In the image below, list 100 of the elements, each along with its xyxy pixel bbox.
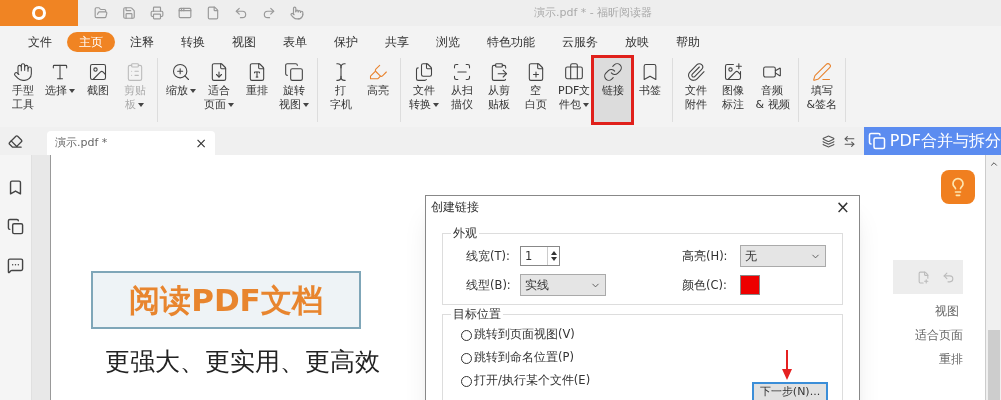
- files-icon: [414, 62, 434, 82]
- page-subheading: 更强大、更实用、更高效: [105, 346, 380, 378]
- scanner-icon: [451, 62, 472, 82]
- radio-option[interactable]: 打开/执行某个文件(E): [461, 369, 591, 393]
- briefcase-icon: [564, 62, 585, 82]
- caret-icon: [69, 89, 75, 93]
- ribbon-button[interactable]: 适合 页面: [200, 58, 238, 122]
- menu-tab[interactable]: 转换: [169, 32, 217, 52]
- scroll-thumb[interactable]: [987, 330, 1000, 400]
- folder-icon[interactable]: [94, 6, 108, 20]
- ribbon-button[interactable]: 手型 工具: [4, 58, 41, 122]
- next-button[interactable]: 下一步(N)...: [752, 381, 828, 400]
- ribbon-button[interactable]: 音频 & 视频: [751, 58, 794, 122]
- page-heading: 阅读PDF文档: [129, 280, 323, 320]
- field-label: 线宽(T):: [466, 247, 511, 265]
- snippet-item: 重排: [939, 351, 963, 368]
- ribbon-button[interactable]: 旋转 视图: [275, 58, 313, 122]
- eraser-icon[interactable]: [8, 134, 23, 149]
- window-title: 演示.pdf * - 福昕阅读器: [534, 4, 653, 21]
- menu-tab[interactable]: 浏览: [424, 32, 472, 52]
- ribbon-button[interactable]: 打 字机: [322, 58, 359, 122]
- caret-icon: [138, 103, 144, 107]
- menu-tab[interactable]: 放映: [613, 32, 661, 52]
- highlight-select[interactable]: 无: [740, 245, 826, 268]
- page-icon[interactable]: [206, 6, 220, 20]
- ribbon-button[interactable]: 缩放: [162, 58, 200, 122]
- menu-tab[interactable]: 视图: [220, 32, 268, 52]
- document-tab[interactable]: 演示.pdf * ×: [47, 131, 215, 155]
- line-width-spinner[interactable]: 1: [520, 246, 560, 267]
- group-legend: 外观: [451, 225, 479, 243]
- ribbon-button[interactable]: 选择: [41, 58, 79, 122]
- spin-down-icon[interactable]: [550, 257, 557, 262]
- ribbon-button[interactable]: 从剪 贴板: [480, 58, 517, 122]
- save-icon[interactable]: [122, 6, 136, 20]
- print-icon[interactable]: [150, 6, 164, 20]
- image-icon: [87, 62, 108, 82]
- caret-icon: [433, 103, 439, 107]
- menu-tab[interactable]: 文件: [16, 32, 64, 52]
- bookmark-icon[interactable]: [7, 179, 24, 196]
- menu-tab[interactable]: 保护: [322, 32, 370, 52]
- pages-icon: [284, 62, 304, 82]
- menu-tab[interactable]: 共享: [373, 32, 421, 52]
- hand-icon: [12, 62, 33, 82]
- menu-tab[interactable]: 云服务: [550, 32, 610, 52]
- tab-title: 演示.pdf *: [55, 134, 108, 151]
- color-swatch[interactable]: [740, 275, 760, 296]
- pages-icon[interactable]: [7, 218, 24, 235]
- scroll-up-icon[interactable]: [988, 159, 999, 169]
- undo-icon[interactable]: [234, 6, 248, 20]
- merge-icon: [867, 132, 886, 150]
- ribbon-button[interactable]: 图像 标注: [714, 58, 752, 122]
- ribbon-button[interactable]: 填写 &签名: [802, 58, 842, 122]
- close-tab-button[interactable]: ×: [195, 132, 207, 154]
- line-style-select[interactable]: 实线: [520, 274, 606, 297]
- snippet-title: 视图: [935, 303, 959, 320]
- ribbon-button[interactable]: 截图: [79, 58, 116, 122]
- ribbon-button[interactable]: 链接: [594, 58, 632, 122]
- ribbon-button[interactable]: 重排: [238, 58, 275, 122]
- swap-icon[interactable]: [842, 135, 856, 148]
- highlighter-icon: [367, 62, 388, 82]
- snippet-item: 适合页面: [915, 327, 963, 344]
- field-label: 线型(B):: [466, 276, 512, 294]
- menu-tab[interactable]: 特色功能: [475, 32, 547, 52]
- field-label: 高亮(H):: [682, 247, 729, 265]
- caret-icon: [190, 89, 196, 93]
- image-icon: [722, 62, 743, 82]
- window-icon[interactable]: [178, 6, 192, 20]
- menu-tab[interactable]: 表单: [271, 32, 319, 52]
- spin-up-icon[interactable]: [550, 251, 557, 256]
- menu-tab[interactable]: 注释: [118, 32, 166, 52]
- radio-option[interactable]: 跳转到命名位置(P): [461, 346, 574, 370]
- caret-icon: [228, 103, 234, 107]
- ribbon-button[interactable]: 高亮: [359, 58, 396, 122]
- field-label: 颜色(C):: [682, 276, 728, 294]
- ribbon-button[interactable]: 文件 附件: [677, 58, 715, 122]
- file-arrows-icon: [209, 62, 229, 82]
- comment-icon[interactable]: [7, 257, 24, 274]
- radio-option[interactable]: 跳转到页面视图(V): [461, 323, 575, 347]
- ribbon-button[interactable]: 从扫 描仪: [443, 58, 480, 122]
- ribbon-button[interactable]: PDF文 件包: [554, 58, 595, 122]
- undo-icon: [942, 270, 955, 284]
- layers-icon[interactable]: [821, 135, 835, 148]
- menu-tab[interactable]: 帮助: [664, 32, 712, 52]
- tips-button[interactable]: [941, 170, 975, 204]
- text-cursor-icon: [50, 62, 70, 82]
- group-legend: 目标位置: [451, 306, 503, 324]
- ribbon-button[interactable]: 空 白页: [517, 58, 554, 122]
- paperclip-icon: [685, 62, 706, 82]
- pen-icon: [811, 62, 832, 82]
- banner-text: PDF合并与拆分: [889, 130, 1001, 152]
- redo-icon[interactable]: [262, 6, 276, 20]
- annotation-arrow: [782, 349, 792, 380]
- ribbon-button[interactable]: 文件 转换: [405, 58, 443, 122]
- close-button[interactable]: ×: [835, 195, 854, 221]
- dialog-title: 创建链接: [431, 199, 479, 217]
- scrollbar[interactable]: [985, 155, 1001, 400]
- caret-icon: [303, 103, 309, 107]
- ribbon-button[interactable]: 书签: [631, 58, 669, 122]
- hand-pointer-icon[interactable]: [290, 6, 304, 20]
- link-icon: [602, 62, 623, 82]
